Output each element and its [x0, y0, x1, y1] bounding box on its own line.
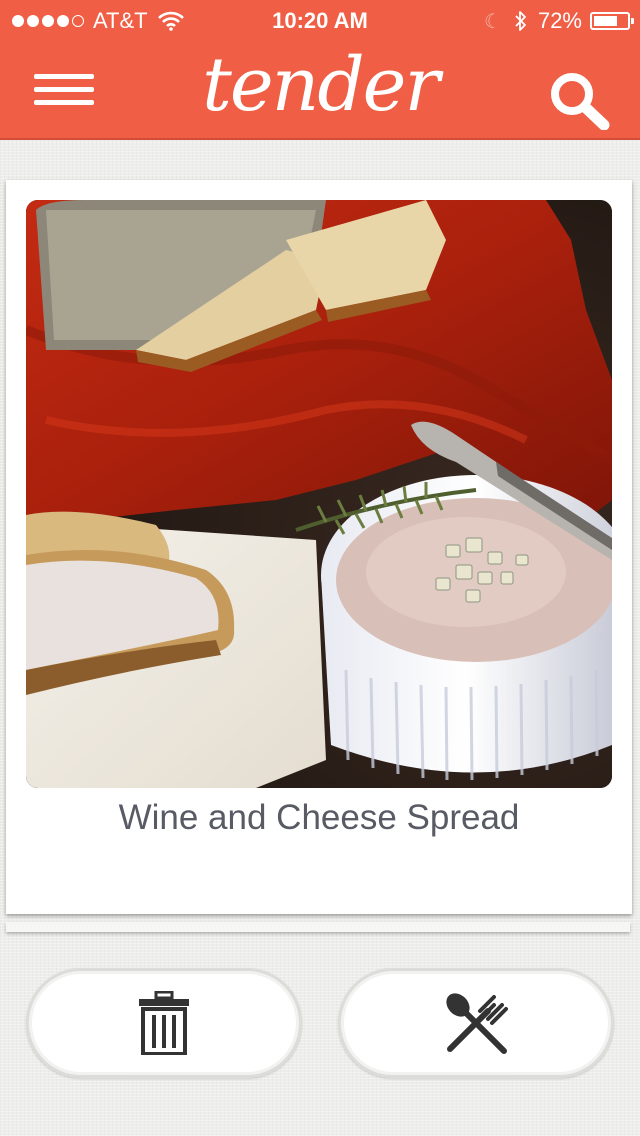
card-stack-edge [6, 922, 630, 932]
recipe-photo-illustration [26, 200, 612, 788]
status-bar: AT&T 10:20 AM ☾ 72% [0, 0, 640, 40]
recipe-card[interactable]: Wine and Cheese Spread [6, 180, 632, 914]
discard-button[interactable] [26, 968, 302, 1078]
battery-percent: 72% [537, 8, 582, 33]
battery-fill [594, 16, 617, 26]
spoon-fork-icon [446, 993, 508, 1054]
battery-icon [590, 12, 634, 30]
recipe-photo [26, 200, 612, 788]
bluetooth-icon [515, 11, 526, 31]
search-icon[interactable] [548, 70, 612, 131]
status-right: ☾ 72% [484, 8, 634, 34]
recipe-title: Wine and Cheese Spread [118, 798, 520, 837]
trash-icon [139, 991, 189, 1055]
app-logo: tender [202, 42, 440, 128]
cook-button[interactable] [338, 968, 614, 1078]
moon-icon: ☾ [484, 10, 502, 33]
app-header: AT&T 10:20 AM ☾ 72% tender [0, 0, 640, 140]
